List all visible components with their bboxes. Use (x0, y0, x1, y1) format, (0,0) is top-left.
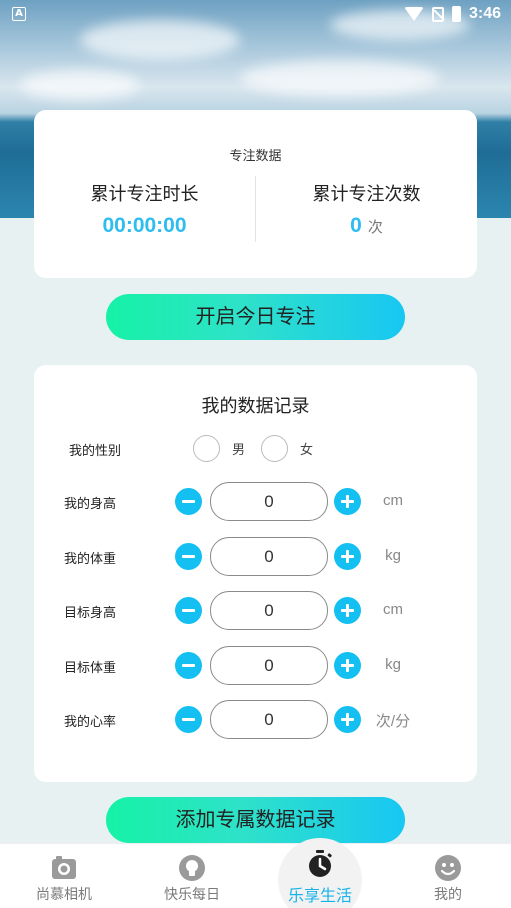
target-height-increment-button[interactable] (334, 597, 361, 624)
no-sim-icon (431, 6, 444, 22)
weight-unit: kg (385, 547, 401, 564)
status-time: 3:46 (468, 5, 501, 22)
gender-row: 我的性别 男 女 (34, 435, 477, 471)
camera-icon (52, 856, 76, 879)
total-time-stat: 累计专注时长 00:00:00 (34, 180, 255, 238)
record-title: 我的数据记录 (201, 396, 310, 417)
nav-label-camera: 尚慕相机 (36, 887, 92, 903)
heart-rate-row: 我的心率 0 次/分 (34, 700, 477, 740)
target-height-label: 目标身高 (64, 606, 117, 621)
target-height-value-field[interactable]: 0 (210, 591, 328, 630)
battery-icon (451, 6, 461, 22)
stopwatch-icon (309, 850, 332, 877)
height-increment-button[interactable] (334, 488, 361, 515)
total-time-label: 累计专注时长 (90, 184, 199, 205)
gender-label: 我的性别 (69, 444, 122, 459)
target-weight-row: 目标体重 0 kg (34, 646, 477, 686)
total-count-unit: 次 (367, 219, 383, 236)
gender-female-radio[interactable] (261, 435, 288, 462)
total-time-value: 00:00:00 (102, 214, 187, 237)
target-weight-unit: kg (385, 656, 401, 673)
bottom-nav: 尚慕相机 快乐每日 乐享生活 我的 (0, 838, 511, 908)
height-label: 我的身高 (64, 497, 117, 512)
weight-increment-button[interactable] (334, 543, 361, 570)
target-height-unit: cm (383, 601, 403, 618)
gender-male-label: 男 (232, 443, 246, 458)
start-focus-button[interactable]: 开启今日专注 (106, 294, 405, 340)
nav-item-camera[interactable]: 尚慕相机 (0, 844, 128, 908)
lightbulb-icon (179, 855, 205, 881)
nav-item-mine[interactable]: 我的 (384, 844, 511, 908)
target-weight-label: 目标体重 (64, 661, 117, 676)
total-count-value: 0 (350, 214, 362, 237)
wifi-icon (403, 7, 424, 21)
focus-stats-card: 专注数据 累计专注时长 00:00:00 累计专注次数 0次 (34, 110, 477, 278)
status-bar: A 3:46 (0, 0, 511, 30)
app-badge-icon: A (12, 7, 26, 21)
total-count-label: 累计专注次数 (312, 184, 421, 205)
height-row: 我的身高 0 cm (34, 482, 477, 522)
stats-title: 专注数据 (229, 149, 282, 164)
nav-label-life: 乐享生活 (287, 886, 352, 905)
height-value-field[interactable]: 0 (210, 482, 328, 521)
height-unit: cm (383, 492, 403, 509)
add-custom-record-button[interactable]: 添加专属数据记录 (106, 797, 405, 843)
target-weight-increment-button[interactable] (334, 652, 361, 679)
target-height-row: 目标身高 0 cm (34, 591, 477, 631)
weight-label: 我的体重 (64, 552, 117, 567)
height-decrement-button[interactable] (175, 488, 202, 515)
weight-row: 我的体重 0 kg (34, 537, 477, 577)
heart-rate-label: 我的心率 (64, 715, 117, 730)
nav-label-mine: 我的 (434, 887, 462, 903)
nav-item-life[interactable]: 乐享生活 (256, 838, 384, 908)
heart-rate-decrement-button[interactable] (175, 706, 202, 733)
smiley-icon (435, 855, 461, 881)
heart-rate-unit: 次/分 (375, 713, 411, 730)
heart-rate-value-field[interactable]: 0 (210, 700, 328, 739)
heart-rate-increment-button[interactable] (334, 706, 361, 733)
target-weight-value-field[interactable]: 0 (210, 646, 328, 685)
gender-female-label: 女 (300, 443, 314, 458)
nav-label-daily: 快乐每日 (164, 887, 220, 903)
gender-male-radio[interactable] (193, 435, 220, 462)
target-height-decrement-button[interactable] (175, 597, 202, 624)
weight-value-field[interactable]: 0 (210, 537, 328, 576)
nav-item-daily[interactable]: 快乐每日 (128, 844, 256, 908)
data-record-card: 我的数据记录 我的性别 男 女 我的身高 0 cm 我的体重 0 kg 目标身高… (34, 365, 477, 782)
target-weight-decrement-button[interactable] (175, 652, 202, 679)
total-count-stat: 累计专注次数 0次 (256, 180, 477, 238)
weight-decrement-button[interactable] (175, 543, 202, 570)
